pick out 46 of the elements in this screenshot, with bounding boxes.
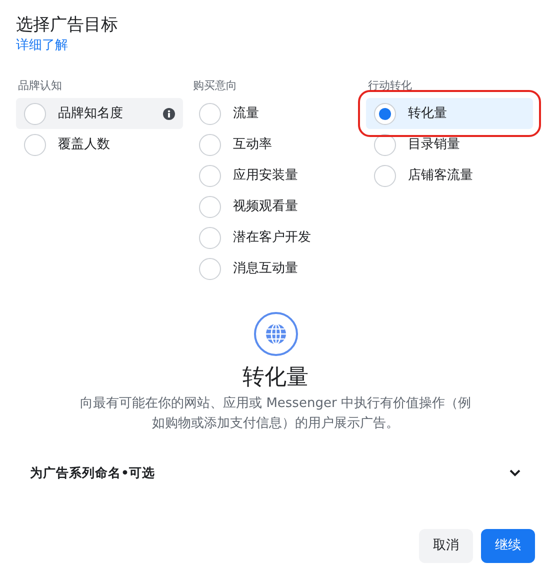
learn-more-link[interactable]: 详细了解 bbox=[16, 38, 68, 53]
objective-option[interactable]: 覆盖人数 bbox=[16, 129, 183, 160]
objective-title: 转化量 bbox=[242, 365, 308, 390]
objective-description: 向最有可能在你的网站、应用或 Messenger 中执行有价值操作（例如购物或添加支付信息）的用户展示广告。 bbox=[79, 395, 472, 433]
radio-button[interactable] bbox=[24, 134, 46, 156]
radio-button[interactable] bbox=[24, 102, 46, 124]
radio-button[interactable] bbox=[374, 164, 396, 186]
campaign-name-label: 为广告系列命名•可选 bbox=[30, 464, 155, 482]
objective-option[interactable]: 目录销量 bbox=[366, 129, 533, 160]
option-label: 潜在客户开发 bbox=[233, 228, 312, 247]
option-label: 目录销量 bbox=[408, 136, 461, 154]
option-label: 流量 bbox=[233, 104, 260, 123]
option-label: 覆盖人数 bbox=[58, 136, 111, 154]
objective-option[interactable]: 流量 bbox=[191, 98, 358, 129]
option-label: 品牌知名度 bbox=[58, 104, 124, 123]
radio-button[interactable] bbox=[199, 226, 221, 248]
objective-option[interactable]: 消息互动量 bbox=[191, 253, 358, 284]
group-heading: 购买意向 bbox=[193, 78, 237, 92]
expand-chevron-icon[interactable] bbox=[509, 469, 521, 478]
objective-option[interactable]: 转化量 bbox=[366, 98, 533, 129]
option-label: 店铺客流量 bbox=[408, 166, 474, 185]
dialog-title: 选择广告目标 bbox=[16, 14, 119, 36]
continue-button[interactable]: 继续 bbox=[481, 529, 535, 563]
radio-button[interactable] bbox=[199, 258, 221, 280]
option-label: 消息互动量 bbox=[233, 260, 299, 278]
radio-button[interactable] bbox=[374, 102, 396, 124]
radio-button[interactable] bbox=[199, 164, 221, 186]
globe-icon bbox=[254, 312, 298, 356]
option-label: 视频观看量 bbox=[233, 198, 299, 216]
option-label: 转化量 bbox=[408, 104, 448, 123]
group-heading: 行动转化 bbox=[368, 78, 412, 92]
info-icon[interactable] bbox=[163, 108, 175, 120]
radio-button[interactable] bbox=[199, 196, 221, 218]
radio-button[interactable] bbox=[199, 134, 221, 156]
group-heading: 品牌认知 bbox=[18, 78, 62, 92]
cancel-button[interactable]: 取消 bbox=[419, 529, 473, 563]
objective-option[interactable]: 品牌知名度 bbox=[16, 98, 183, 129]
objective-option[interactable]: 店铺客流量 bbox=[366, 160, 533, 191]
objective-option[interactable]: 互动率 bbox=[191, 129, 358, 160]
radio-button[interactable] bbox=[374, 134, 396, 156]
radio-button[interactable] bbox=[199, 102, 221, 124]
objective-option[interactable]: 应用安装量 bbox=[191, 160, 358, 191]
objective-option[interactable]: 潜在客户开发 bbox=[191, 222, 358, 253]
option-label: 应用安装量 bbox=[233, 166, 299, 185]
objective-option[interactable]: 视频观看量 bbox=[191, 191, 358, 222]
option-label: 互动率 bbox=[233, 136, 273, 154]
